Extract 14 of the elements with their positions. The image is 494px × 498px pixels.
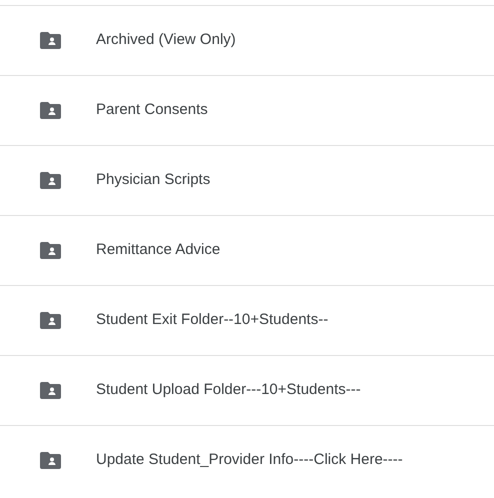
shared-folder-icon: [40, 382, 61, 399]
folder-name[interactable]: Archived (View Only): [96, 29, 236, 52]
folder-name[interactable]: Student Upload Folder---10+Students---: [96, 379, 361, 402]
folder-name[interactable]: Student Exit Folder--10+Students--: [96, 309, 328, 332]
shared-folder-icon: [40, 312, 61, 329]
folder-name[interactable]: Physician Scripts: [96, 169, 210, 192]
folder-name[interactable]: Remittance Advice: [96, 239, 220, 262]
folder-name[interactable]: Parent Consents: [96, 99, 208, 122]
shared-folder-icon: [40, 172, 61, 189]
folder-name[interactable]: Update Student_Provider Info----Click Here----: [96, 449, 403, 472]
shared-folder-icon: [40, 102, 61, 119]
shared-folder-icon: [40, 242, 61, 259]
shared-folder-icon: [40, 32, 61, 49]
shared-folder-icon: [40, 452, 61, 469]
